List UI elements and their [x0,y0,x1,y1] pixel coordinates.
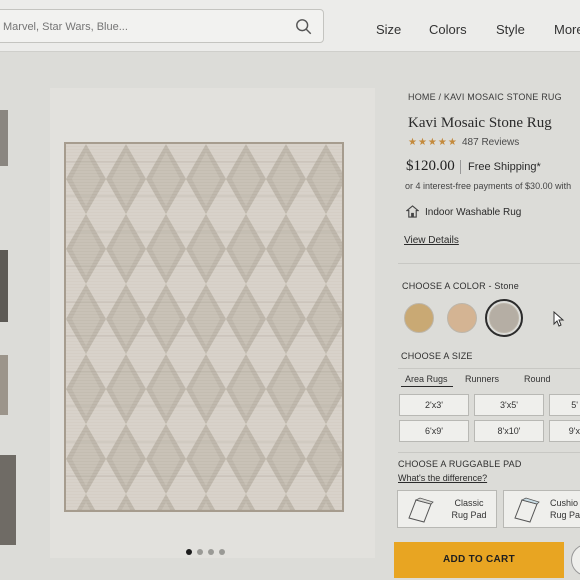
pad-help-link[interactable]: What's the difference? [398,473,487,483]
thumbnail-3[interactable] [0,355,8,415]
view-details-link[interactable]: View Details [404,235,459,246]
gallery-dot[interactable] [186,549,192,555]
search-input[interactable] [3,17,283,37]
color-swatch-1[interactable] [404,303,434,333]
size-option[interactable]: 6'x9' [399,420,469,442]
thumbnail-2[interactable] [0,250,8,322]
wishlist-button[interactable] [571,544,580,576]
rug-pad-icon [408,497,434,523]
breadcrumb-home[interactable]: HOME [408,92,436,102]
rug-pattern [66,144,342,510]
active-tab-indicator [401,386,453,387]
breadcrumb: HOME / KAVI MOSAIC STONE RUG [408,92,562,102]
search-icon[interactable] [295,18,313,36]
color-swatch-2[interactable] [447,303,477,333]
home-icon [406,205,419,218]
gallery-dot[interactable] [219,549,225,555]
divider [398,452,580,453]
price-divider [460,160,461,174]
color-swatch-3[interactable] [485,299,523,337]
tab-round[interactable]: Round [524,374,551,384]
top-bar: Size Colors Style More [0,0,580,52]
gallery-dots [186,542,230,560]
nav-more[interactable]: More [554,22,580,37]
size-option[interactable]: 5' [549,394,580,416]
add-to-cart-button[interactable]: ADD TO CART [394,542,564,578]
breadcrumb-current[interactable]: KAVI MOSAIC STONE RUG [444,92,562,102]
tab-runners[interactable]: Runners [465,374,499,384]
nav-style[interactable]: Style [496,22,525,37]
pad-option-cushioned[interactable]: Cushio Rug Pa [503,490,580,528]
breadcrumb-separator: / [438,92,442,102]
product-price: $120.00 [406,158,455,174]
size-option[interactable]: 9'x [549,420,580,442]
pad-option-line1: Cushio [550,498,579,508]
nav-size[interactable]: Size [376,22,401,37]
size-option[interactable]: 2'x3' [399,394,469,416]
tab-area-rugs[interactable]: Area Rugs [405,374,448,384]
size-option[interactable]: 8'x10' [474,420,544,442]
color-label: CHOOSE A COLOR - Stone [402,281,519,291]
pad-option-line1: Classic [454,498,484,508]
washable-feature: Indoor Washable Rug [425,207,522,218]
thumbnail-4[interactable] [0,455,16,545]
search-box[interactable] [0,9,324,43]
product-image[interactable] [64,142,344,512]
divider [398,263,580,264]
pad-option-line2: Rug Pad [451,510,487,520]
shipping-info: Free Shipping* [468,161,541,173]
gallery-dot[interactable] [208,549,214,555]
pad-option-line2: Rug Pa [550,510,580,520]
size-option[interactable]: 3'x5' [474,394,544,416]
pad-label: CHOOSE A RUGGABLE PAD [398,459,522,469]
mouse-cursor-icon [553,311,565,327]
divider [398,368,580,369]
pad-option-classic[interactable]: Classic Rug Pad [397,490,497,528]
size-label: CHOOSE A SIZE [401,351,473,361]
gallery-dot[interactable] [197,549,203,555]
rug-pad-icon [514,497,540,523]
reviews-link[interactable]: 487 Reviews [462,137,519,148]
installments-info: or 4 interest-free payments of $30.00 wi… [405,181,572,191]
product-title: Kavi Mosaic Stone Rug [408,115,552,131]
thumbnail-1[interactable] [0,110,8,166]
star-rating[interactable]: ★★★★★ [408,137,458,148]
nav-colors[interactable]: Colors [429,22,467,37]
